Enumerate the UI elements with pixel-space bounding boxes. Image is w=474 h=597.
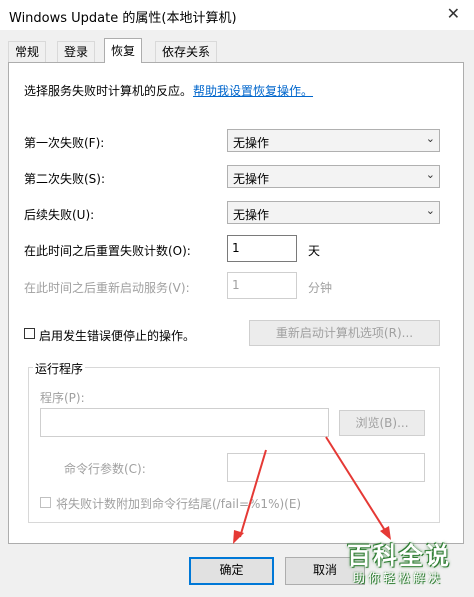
tab-recovery[interactable]: 恢复	[104, 38, 143, 63]
annotation-arrows	[233, 436, 391, 544]
watermark-title: 百科全说	[347, 542, 451, 570]
annotation-arrow-left	[239, 449, 267, 538]
annotation-arrow-right	[325, 436, 387, 533]
watermark-logo: 百科全说 助你轻松解决	[339, 534, 474, 597]
watermark-subtitle: 助你轻松解决	[353, 571, 444, 585]
